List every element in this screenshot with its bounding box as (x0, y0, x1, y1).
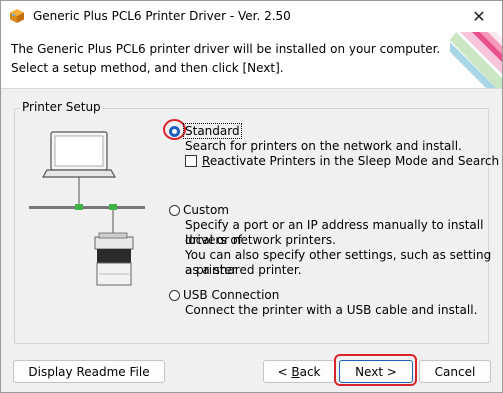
reactivate-label: Reactivate Printers in the Sleep Mode an… (202, 154, 500, 168)
back-button[interactable]: < Back (263, 360, 335, 383)
display-readme-button[interactable]: Display Readme File (13, 360, 165, 383)
printer-icon (94, 232, 134, 286)
decorative-stripes-graphic (450, 32, 502, 88)
radio-button-checked[interactable] (169, 125, 180, 137)
header-instruction-1: The Generic Plus PCL6 printer driver wil… (11, 42, 441, 56)
header-panel: The Generic Plus PCL6 printer driver wil… (1, 32, 502, 89)
reactivate-checkbox[interactable]: Reactivate Printers in the Sleep Mode an… (185, 154, 499, 168)
printer-setup-label: Printer Setup (20, 100, 103, 114)
radio-custom[interactable]: Custom (169, 203, 229, 217)
checkbox-box[interactable] (185, 155, 197, 167)
radio-button-unchecked[interactable] (169, 289, 180, 301)
installer-window: Generic Plus PCL6 Printer Driver - Ver. … (0, 0, 503, 393)
cancel-button[interactable]: Cancel (419, 360, 491, 383)
network-printer-illustration (29, 131, 145, 286)
radio-usb[interactable]: USB Connection (169, 288, 279, 302)
title-bar: Generic Plus PCL6 Printer Driver - Ver. … (1, 1, 502, 32)
standard-description: Search for printers on the network and i… (185, 139, 462, 153)
radio-usb-label: USB Connection (183, 288, 280, 302)
radio-standard-label: Standard (183, 123, 242, 139)
back-button-label: < Back (277, 364, 321, 379)
radio-custom-label: Custom (183, 203, 229, 217)
next-button[interactable]: Next > (339, 360, 413, 383)
custom-description-4: as a shared printer. (185, 263, 302, 277)
header-instruction-2: Select a setup method, and then click [N… (11, 61, 284, 75)
usb-description: Connect the printer with a USB cable and… (185, 303, 478, 317)
radio-button-unchecked[interactable] (169, 204, 180, 216)
custom-description-2: local or network printers. (185, 233, 336, 247)
close-button[interactable]: ✕ (456, 1, 502, 31)
window-title: Generic Plus PCL6 Printer Driver - Ver. … (33, 9, 291, 23)
radio-standard[interactable]: Standard (169, 123, 242, 139)
package-icon (10, 9, 24, 23)
laptop-icon (41, 131, 117, 178)
close-icon: ✕ (472, 6, 486, 26)
